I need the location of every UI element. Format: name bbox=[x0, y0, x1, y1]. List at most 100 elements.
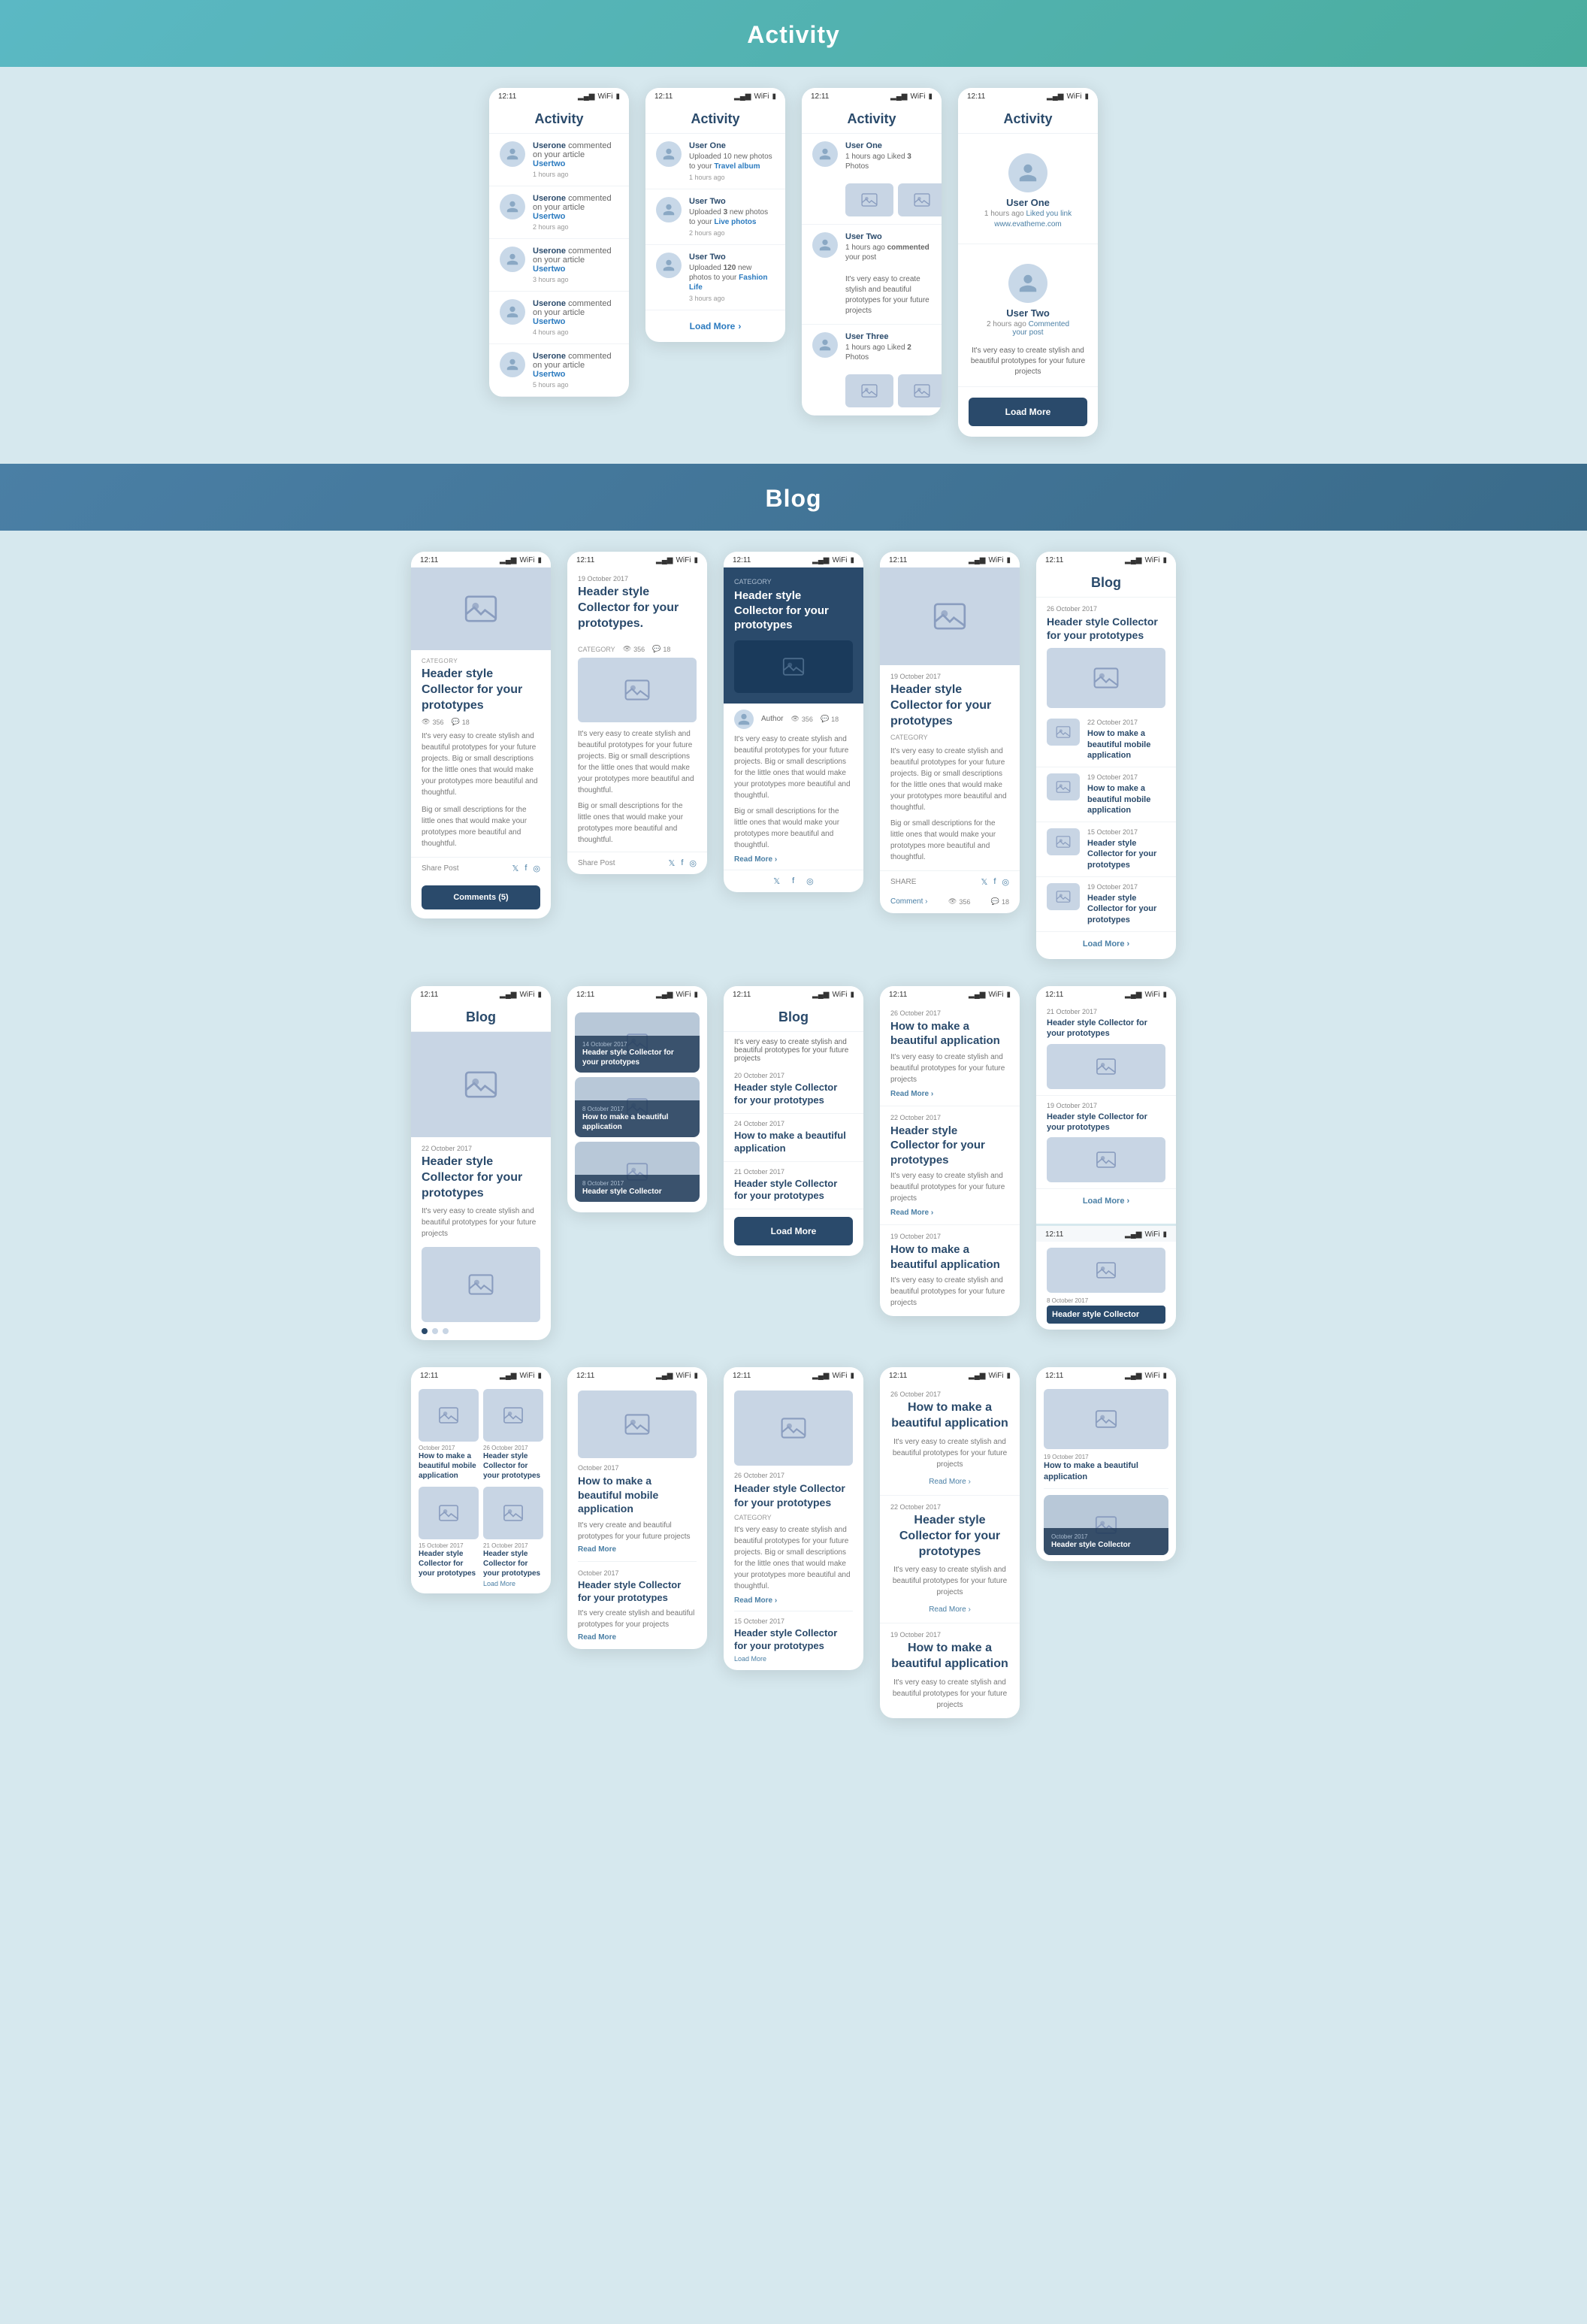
blog-title: How to make a beautiful application bbox=[890, 1019, 1009, 1049]
read-more-link[interactable]: Read More › bbox=[929, 1478, 971, 1486]
list-item: Userone commented on your article Usertw… bbox=[489, 239, 629, 292]
blog-title: Header style Collector for your prototyp… bbox=[582, 1048, 692, 1067]
twitter-icon[interactable]: 𝕏 bbox=[668, 858, 675, 868]
read-more-link[interactable]: Read More › bbox=[929, 1605, 971, 1614]
facebook-icon[interactable]: f bbox=[524, 864, 527, 873]
card-1: October 2017 How to make a beautiful mob… bbox=[419, 1389, 479, 1481]
card-4: 21 October 2017 Header style Collector f… bbox=[483, 1487, 543, 1587]
activity-phones-row: 12:11 ▂▄▆ WiFi ▮ Activity Userone commen… bbox=[0, 67, 1587, 464]
article-image bbox=[1047, 1044, 1165, 1089]
instagram-icon[interactable]: ◎ bbox=[806, 876, 814, 886]
article-image bbox=[1047, 1137, 1165, 1182]
blog-title: Header style Collector bbox=[1051, 1540, 1161, 1550]
list-item: User One Uploaded 10 new photos to your … bbox=[645, 134, 785, 189]
image-placeholder bbox=[898, 374, 942, 407]
hero-image bbox=[411, 567, 551, 650]
read-more-link[interactable]: Read More bbox=[578, 1545, 697, 1554]
blog-title: Header style Collector for your prototyp… bbox=[1047, 1018, 1165, 1039]
facebook-icon[interactable]: f bbox=[792, 876, 794, 886]
blog-title: Header style Collector for your prototyp… bbox=[578, 1579, 697, 1605]
list-item: Userone commented on your article Usertw… bbox=[489, 134, 629, 186]
activity-list: User One 1 hours ago Liked 3 Photos User… bbox=[802, 134, 942, 416]
load-more-link[interactable]: Load More › bbox=[1036, 1189, 1176, 1216]
status-bar: 12:11 ▂▄▆WiFi▮ bbox=[567, 986, 707, 1002]
status-bar: 12:11 ▂▄▆WiFi▮ bbox=[645, 88, 785, 104]
phone-title: Blog bbox=[1036, 567, 1176, 598]
article-image bbox=[734, 1390, 853, 1466]
blog-date: 19 October 2017 bbox=[578, 575, 697, 583]
read-more-link[interactable]: Read More bbox=[578, 1633, 697, 1642]
read-more-link[interactable]: Read More › bbox=[734, 855, 853, 864]
blog-title: How to make a beautiful application bbox=[890, 1641, 1009, 1672]
blog-phones-row-3: 12:11 ▂▄▆WiFi▮ October 2017 How to make … bbox=[0, 1367, 1587, 1756]
activity-phone-1: 12:11 ▂▄▆ WiFi ▮ Activity Userone commen… bbox=[489, 88, 629, 397]
read-more-link[interactable]: Read More › bbox=[734, 1596, 853, 1605]
phone-title: Activity bbox=[802, 104, 942, 134]
status-bar: 12:11 ▂▄▆ WiFi ▮ bbox=[489, 88, 629, 104]
instagram-icon[interactable]: ◎ bbox=[1002, 877, 1009, 887]
blog-section-header: Blog bbox=[0, 464, 1587, 531]
comment-link[interactable]: Comment › bbox=[890, 897, 927, 906]
phone-title: Blog bbox=[724, 1002, 863, 1032]
activity-list: Userone commented on your article Usertw… bbox=[489, 134, 629, 397]
status-bar: 12:11 ▂▄▆WiFi▮ bbox=[724, 1367, 863, 1383]
blog-title: Header style Collector for your prototyp… bbox=[734, 1178, 853, 1203]
list-item: User Two 1 hours ago commented your post… bbox=[802, 225, 942, 325]
list-item: 22 October 2017 Header style Collector f… bbox=[880, 1496, 1020, 1623]
read-more-link[interactable]: Read More › bbox=[890, 1209, 1009, 1217]
list-item: User Two Uploaded 3 new photos to your L… bbox=[645, 189, 785, 245]
blog-phones-row-2: 12:11 ▂▄▆WiFi▮ Blog 22 October 2017 Head… bbox=[0, 986, 1587, 1367]
avatar bbox=[500, 141, 525, 167]
blog-title: Header style Collector bbox=[1047, 1306, 1165, 1324]
avatar bbox=[656, 141, 682, 167]
status-bar: 12:11 ▂▄▆WiFi▮ bbox=[724, 552, 863, 567]
avatar bbox=[500, 194, 525, 219]
avatar bbox=[812, 141, 838, 167]
activity-phone-2: 12:11 ▂▄▆WiFi▮ Activity User One Uploade… bbox=[645, 88, 785, 342]
image-placeholder bbox=[898, 183, 942, 216]
article-image bbox=[422, 1247, 540, 1322]
list-item: 22 October 2017 How to make a beautiful … bbox=[1036, 713, 1176, 767]
card-2: 26 October 2017 Header style Collector f… bbox=[483, 1389, 543, 1481]
blog-title: How to make a beautiful application bbox=[890, 1400, 1009, 1432]
twitter-icon[interactable]: 𝕏 bbox=[773, 876, 780, 886]
blog-r2-phone-3: 12:11 ▂▄▆WiFi▮ Blog It's very easy to cr… bbox=[724, 986, 863, 1256]
status-bar: 12:11 ▂▄▆WiFi▮ bbox=[1036, 552, 1176, 567]
article-image bbox=[734, 640, 853, 693]
avatar bbox=[1008, 264, 1047, 303]
load-more-button[interactable]: Load More › bbox=[645, 310, 785, 342]
avatar bbox=[656, 253, 682, 278]
status-bar: 12:11 ▂▄▆WiFi▮ bbox=[1036, 986, 1176, 1002]
avatar bbox=[1008, 153, 1047, 192]
comments-button[interactable]: Comments (5) bbox=[422, 885, 540, 909]
blog-supp-3: 12:11 ▂▄▆WiFi▮ 26 October 2017 Header st… bbox=[724, 1367, 863, 1670]
share-row: Share Post 𝕏 f ◎ bbox=[567, 852, 707, 874]
list-item: 19 October 2017 How to make a beautiful … bbox=[1036, 767, 1176, 822]
twitter-icon[interactable]: 𝕏 bbox=[512, 864, 518, 873]
instagram-icon[interactable]: ◎ bbox=[689, 858, 697, 868]
blog-body: It's very easy to create stylish and bea… bbox=[422, 731, 540, 798]
phone-title: Activity bbox=[645, 104, 785, 134]
blog-r2-phone-5: 12:11 ▂▄▆WiFi▮ 21 October 2017 Header st… bbox=[1036, 986, 1176, 1330]
load-more-button[interactable]: Load More bbox=[969, 398, 1087, 426]
status-bar: 12:11 ▂▄▆WiFi▮ bbox=[880, 986, 1020, 1002]
load-more-button[interactable]: Load More bbox=[734, 1217, 853, 1245]
read-more-link[interactable]: Read More › bbox=[890, 1090, 1009, 1098]
facebook-icon[interactable]: f bbox=[993, 877, 996, 887]
list-item: 26 October 2017 How to make a beautiful … bbox=[880, 1383, 1020, 1496]
dark-card-2: 8 October 2017 How to make a beautiful a… bbox=[575, 1077, 700, 1137]
facebook-icon[interactable]: f bbox=[681, 858, 683, 868]
article-image bbox=[578, 1390, 697, 1458]
list-item: 26 October 2017 How to make a beautiful … bbox=[880, 1002, 1020, 1106]
blog-title: Header style Collector for your prototyp… bbox=[734, 1481, 853, 1508]
twitter-icon[interactable]: 𝕏 bbox=[981, 877, 987, 887]
status-bar: 12:11 ▂▄▆WiFi▮ bbox=[411, 552, 551, 567]
load-more-link[interactable]: Load More › bbox=[1036, 932, 1176, 959]
dark-card-3: 8 October 2017 Header style Collector bbox=[575, 1142, 700, 1202]
instagram-icon[interactable]: ◎ bbox=[533, 864, 540, 873]
blog-title: Header style Collector for your prototyp… bbox=[578, 585, 697, 631]
status-bar: 12:11 ▂▄▆WiFi▮ bbox=[880, 552, 1020, 567]
blog-title: How to make a beautiful application bbox=[734, 1130, 853, 1155]
blog-title: Header style Collector for your prototyp… bbox=[1047, 1112, 1165, 1133]
blog-title: How to make a beautiful application bbox=[1044, 1460, 1168, 1482]
